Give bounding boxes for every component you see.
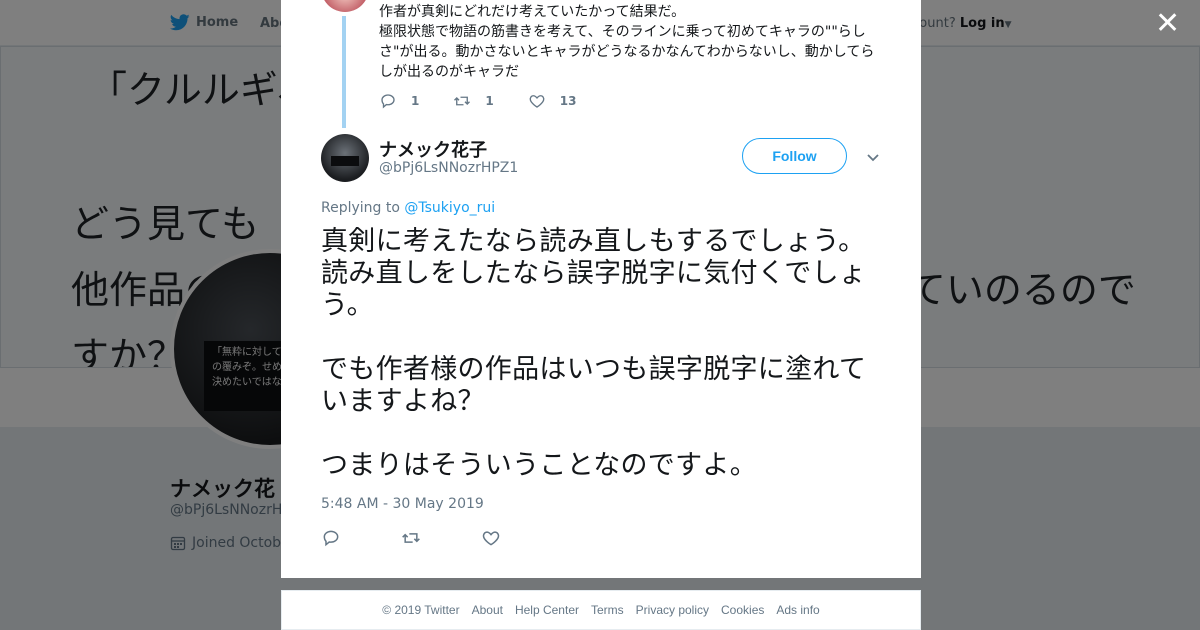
like-icon (529, 95, 545, 108)
tweet-text: 真剣に考えたなら読み直しもするでしょう。 読み直しをしたなら誤字脱字に気付くでし… (321, 226, 867, 481)
replying-prefix: Replying to (321, 200, 400, 216)
footer-link-privacy[interactable]: Privacy policy (636, 603, 709, 617)
previous-tweet-actions: 1 1 13 (379, 92, 610, 110)
author-name[interactable]: ナメック花子 (379, 136, 487, 162)
close-icon[interactable]: ✕ (1155, 9, 1180, 39)
replying-to-link[interactable]: @Tsukiyo_rui (404, 200, 495, 216)
site-footer: © 2019 Twitter About Help Center Terms P… (281, 590, 921, 630)
like-count: 13 (559, 94, 577, 108)
follow-button[interactable]: Follow (742, 138, 847, 174)
retweet-action[interactable]: 1 (453, 92, 494, 110)
previous-tweet-text: 作者が真剣にどれだけ考えていたかって結果だ。 極限状態で物語の筋書きを考えて、そ… (379, 4, 875, 80)
footer-link-terms[interactable]: Terms (591, 603, 624, 617)
tweet-actions (321, 528, 561, 548)
chevron-down-icon[interactable] (865, 150, 881, 164)
reply-icon (381, 94, 395, 109)
reply-count: 1 (411, 94, 420, 108)
previous-tweet-avatar[interactable] (321, 0, 369, 12)
author-avatar[interactable] (321, 134, 369, 182)
footer-copyright: © 2019 Twitter (382, 603, 460, 617)
replying-to: Replying to @Tsukiyo_rui (321, 200, 495, 216)
retweet-count: 1 (485, 94, 494, 108)
tweet-permalink-modal: 作者が真剣にどれだけ考えていたかって結果だ。 極限状態で物語の筋書きを考えて、そ… (281, 0, 921, 578)
reply-action[interactable]: 1 (379, 92, 419, 110)
footer-link-cookies[interactable]: Cookies (721, 603, 764, 617)
retweet-icon[interactable] (401, 528, 421, 548)
footer-link-ads-info[interactable]: Ads info (776, 603, 819, 617)
reply-icon[interactable] (321, 528, 341, 548)
footer-link-help-center[interactable]: Help Center (515, 603, 579, 617)
like-action[interactable]: 13 (528, 92, 577, 110)
author-handle[interactable]: @bPj6LsNNozrHPZ1 (379, 160, 518, 176)
tweet-timestamp[interactable]: 5:48 AM - 30 May 2019 (321, 496, 484, 512)
like-icon[interactable] (481, 528, 501, 548)
conversation-thread-line (342, 16, 346, 128)
footer-link-about[interactable]: About (472, 603, 503, 617)
retweet-icon (454, 96, 471, 106)
